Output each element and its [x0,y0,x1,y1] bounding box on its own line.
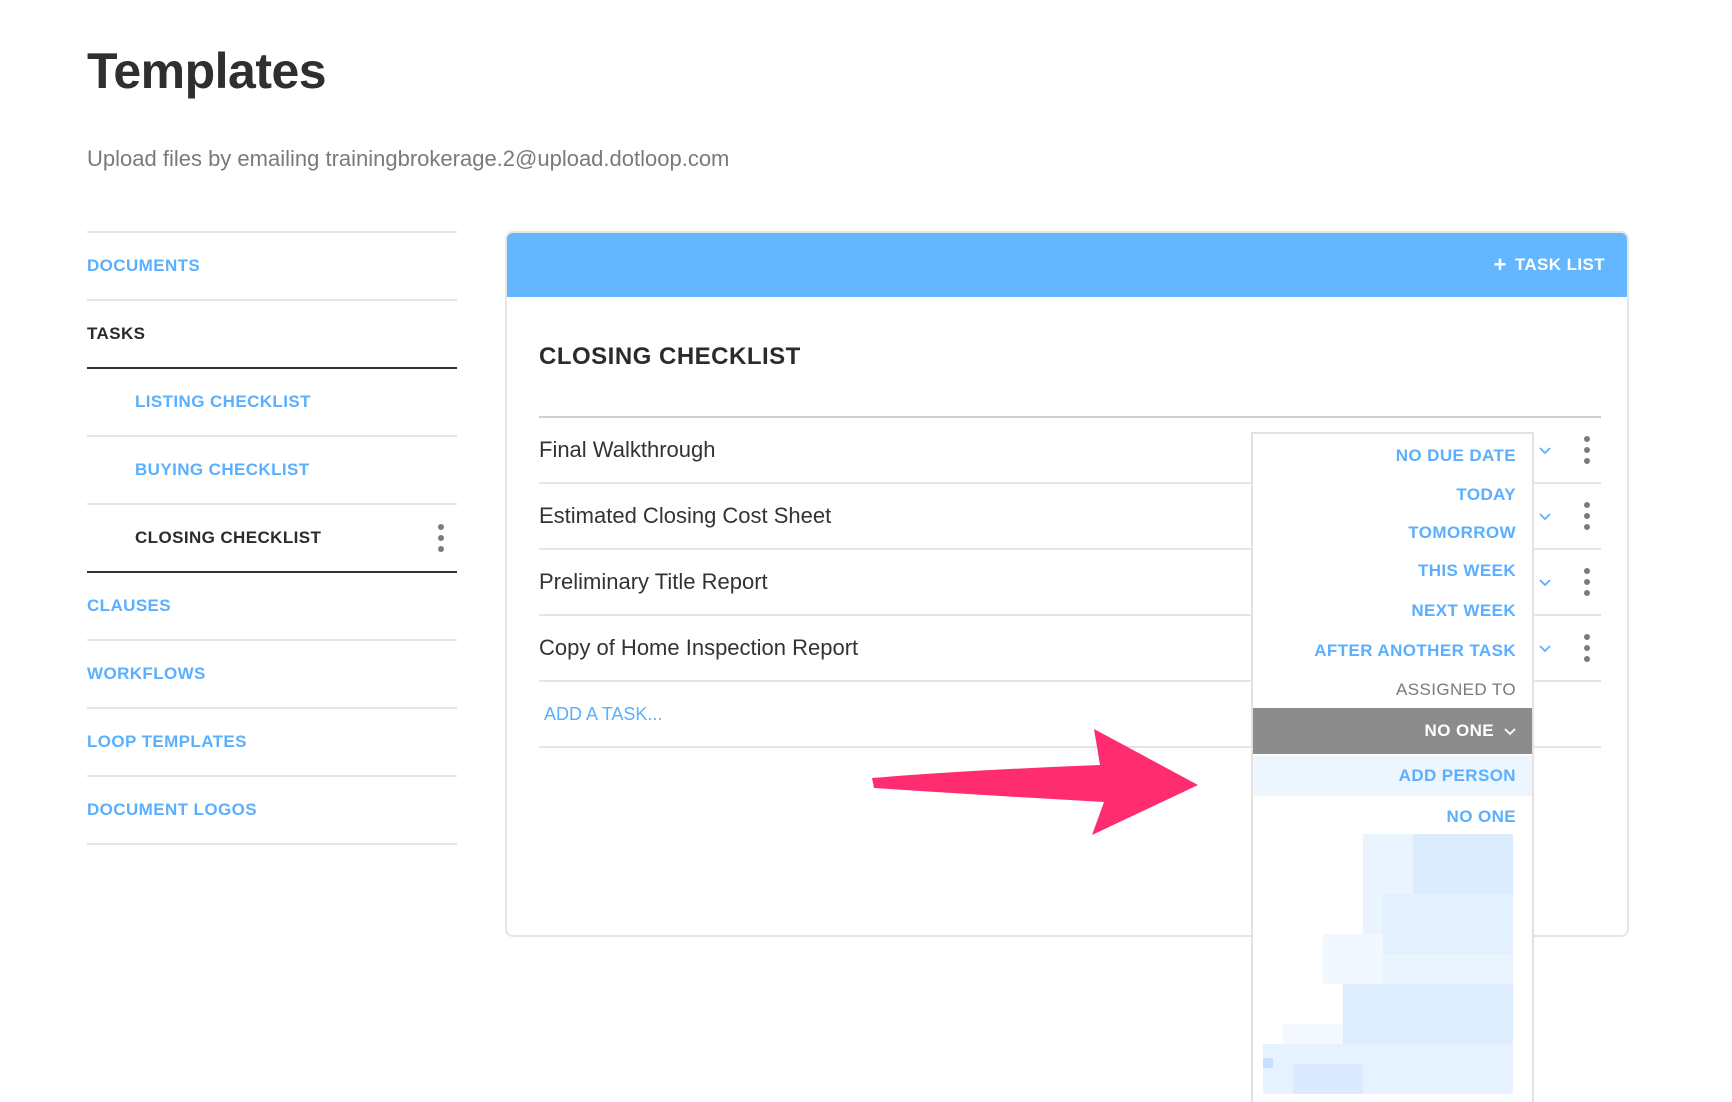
sidebar-item-label: DOCUMENT LOGOS [87,800,257,819]
add-task-list-label: TASK LIST [1514,255,1605,274]
kebab-menu-icon[interactable] [1579,501,1595,531]
due-option-tomorrow[interactable]: TOMORROW [1408,523,1516,543]
sidebar-item-label: CLAUSES [87,596,172,615]
sidebar-item-tasks[interactable]: TASKS [87,301,457,369]
add-person-option[interactable]: ADD PERSON [1253,756,1532,796]
sidebar-item-label: LISTING CHECKLIST [135,392,311,411]
sidebar-item-loop-templates[interactable]: LOOP TEMPLATES [87,709,457,777]
assigned-to-label: ASSIGNED TO [1396,680,1516,699]
page-title: Templates [87,43,327,99]
chevron-down-icon [1504,725,1516,737]
kebab-menu-icon[interactable] [433,523,449,553]
sidebar-item-listing-checklist[interactable]: LISTING CHECKLIST [87,369,457,437]
assignee-selected-value: NO ONE [1424,721,1494,740]
add-task-list-button[interactable]: + TASK LIST [1494,233,1605,297]
task-name[interactable]: Estimated Closing Cost Sheet [539,503,831,529]
chevron-down-icon[interactable] [1539,444,1551,456]
due-option-next-week[interactable]: NEXT WEEK [1411,601,1516,621]
sidebar-item-label: DOCUMENTS [87,256,201,275]
sidebar-item-documents[interactable]: DOCUMENTS [87,233,457,301]
sidebar-item-label: LOOP TEMPLATES [87,732,247,751]
card-header: + TASK LIST [507,233,1627,297]
add-task-link[interactable]: ADD A TASK... [544,704,662,725]
task-name[interactable]: Final Walkthrough [539,437,715,463]
checklist-title: CLOSING CHECKLIST [539,343,801,370]
sidebar-item-label: TASKS [87,324,146,343]
kebab-menu-icon[interactable] [1579,567,1595,597]
upload-instructions: Upload files by emailing trainingbrokera… [87,146,730,171]
due-option-after-another-task[interactable]: AFTER ANOTHER TASK [1314,641,1516,661]
sidebar-item-buying-checklist[interactable]: BUYING CHECKLIST [87,437,457,505]
sidebar-item-label: BUYING CHECKLIST [135,460,310,479]
kebab-menu-icon[interactable] [1579,435,1595,465]
due-option-no-due-date[interactable]: NO DUE DATE [1396,446,1516,466]
chevron-down-icon[interactable] [1539,510,1551,522]
assignee-option-no-one[interactable]: NO ONE [1447,807,1516,827]
task-options-dropdown: NO DUE DATE TODAY TOMORROW THIS WEEK NEX… [1251,432,1534,1102]
sidebar-item-workflows[interactable]: WORKFLOWS [87,641,457,709]
chevron-down-icon[interactable] [1539,642,1551,654]
kebab-menu-icon[interactable] [1579,633,1595,663]
sidebar-item-label: WORKFLOWS [87,664,206,683]
sidebar-item-document-logos[interactable]: DOCUMENT LOGOS [87,777,457,845]
due-option-this-week[interactable]: THIS WEEK [1418,561,1516,581]
add-person-label: ADD PERSON [1398,766,1516,785]
redacted-user-list [1263,834,1513,1094]
due-option-today[interactable]: TODAY [1456,485,1516,505]
sidebar-item-clauses[interactable]: CLAUSES [87,573,457,641]
task-name[interactable]: Preliminary Title Report [539,569,768,595]
task-name[interactable]: Copy of Home Inspection Report [539,635,858,661]
chevron-down-icon[interactable] [1539,576,1551,588]
assignee-select[interactable]: NO ONE [1253,708,1532,754]
sidebar-nav: DOCUMENTS TASKS LISTING CHECKLIST BUYING… [87,231,457,845]
plus-icon: + [1493,252,1507,277]
sidebar-item-closing-checklist[interactable]: CLOSING CHECKLIST [87,505,457,573]
sidebar-item-label: CLOSING CHECKLIST [135,528,322,547]
